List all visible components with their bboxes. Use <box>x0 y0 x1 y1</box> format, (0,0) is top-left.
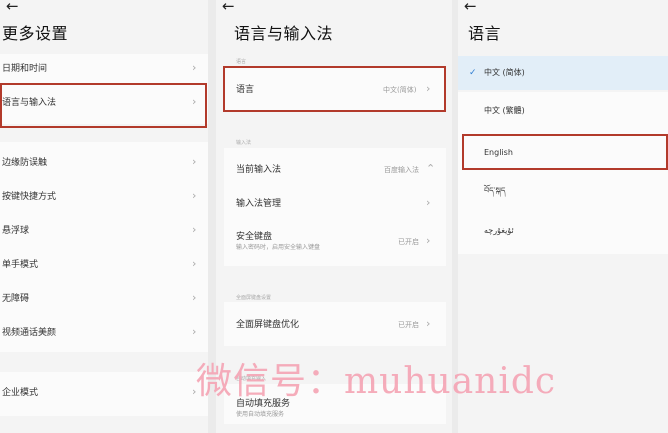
ime-manage-label[interactable]: 输入法管理 <box>236 198 281 210</box>
menu-item-edge-touch[interactable]: 边缘防误触 <box>2 157 47 169</box>
chevron-right-icon: › <box>426 234 431 247</box>
highlight-box <box>462 134 668 170</box>
secure-keyboard-label[interactable]: 安全键盘 <box>236 231 272 243</box>
language-option-label: 中文 (简体) <box>484 68 525 77</box>
section-header-input: 输入法 <box>236 140 252 146</box>
chevron-right-icon: › <box>192 155 197 168</box>
chevron-right-icon: › <box>192 291 197 304</box>
secure-keyboard-subtitle: 输入密码时，启用安全输入键盘 <box>236 244 321 251</box>
fullscreen-opt-label[interactable]: 全面屏键盘优化 <box>236 319 299 331</box>
back-arrow-icon[interactable]: ← <box>222 0 235 14</box>
current-ime-label[interactable]: 当前输入法 <box>236 164 281 176</box>
chevron-right-icon: › <box>192 325 197 338</box>
more-settings-panel: ← 更多设置 日期和时间 › 语言与输入法 › 边缘防误触 › 按键快捷方式 ›… <box>0 0 208 433</box>
chevron-right-icon: › <box>192 257 197 270</box>
language-option-label: ئۇيغۇرچە <box>484 226 514 235</box>
fullscreen-opt-value: 已开启 <box>398 321 419 329</box>
secure-keyboard-value: 已开启 <box>398 238 419 246</box>
language-option-zh-hans[interactable]: ✓ 中文 (简体) <box>458 56 668 90</box>
menu-item-floating-ball[interactable]: 悬浮球 <box>2 225 29 237</box>
page-title: 语言 <box>468 24 502 43</box>
chevron-right-icon: › <box>192 223 197 236</box>
highlight-box <box>223 66 446 112</box>
chevron-right-icon: › <box>192 61 197 74</box>
chevron-right-icon: › <box>426 317 431 330</box>
page-title: 更多设置 <box>2 24 69 43</box>
autofill-subtitle: 使用自动填充服务 <box>236 411 285 418</box>
menu-item-date-time[interactable]: 日期和时间 <box>2 63 47 75</box>
section-header-fullscreen: 全面屏键盘设置 <box>236 295 272 301</box>
chevron-right-icon: › <box>426 196 431 209</box>
back-arrow-icon[interactable]: ← <box>464 0 477 14</box>
language-option-tibetan[interactable]: བོད་སྐད <box>458 174 668 208</box>
back-arrow-icon[interactable]: ← <box>6 0 19 14</box>
menu-item-video-beauty[interactable]: 视频通话美颜 <box>2 327 56 339</box>
menu-item-key-shortcuts[interactable]: 按键快捷方式 <box>2 191 56 203</box>
menu-item-accessibility[interactable]: 无障碍 <box>2 293 29 305</box>
language-option-zh-hant[interactable]: 中文 (繁體) <box>458 94 668 128</box>
watermark-text: 微信号：muhuanidc <box>196 361 557 402</box>
language-option-uyghur[interactable]: ئۇيغۇرچە <box>458 214 668 248</box>
highlight-box <box>0 83 207 128</box>
chevron-right-icon: › <box>192 189 197 202</box>
settings-card-2 <box>0 142 208 352</box>
menu-item-enterprise[interactable]: 企业模式 <box>2 387 38 399</box>
check-icon: ✓ <box>469 68 477 78</box>
page-title: 语言与输入法 <box>234 24 334 43</box>
updown-icon: ⌃ <box>426 162 436 175</box>
language-option-label: བོད་སྐད <box>484 186 506 195</box>
section-header-language: 语言 <box>236 59 247 65</box>
current-ime-value: 百度输入法 <box>384 166 419 174</box>
language-option-label: 中文 (繁體) <box>484 106 525 115</box>
menu-item-one-hand[interactable]: 单手模式 <box>2 259 38 271</box>
